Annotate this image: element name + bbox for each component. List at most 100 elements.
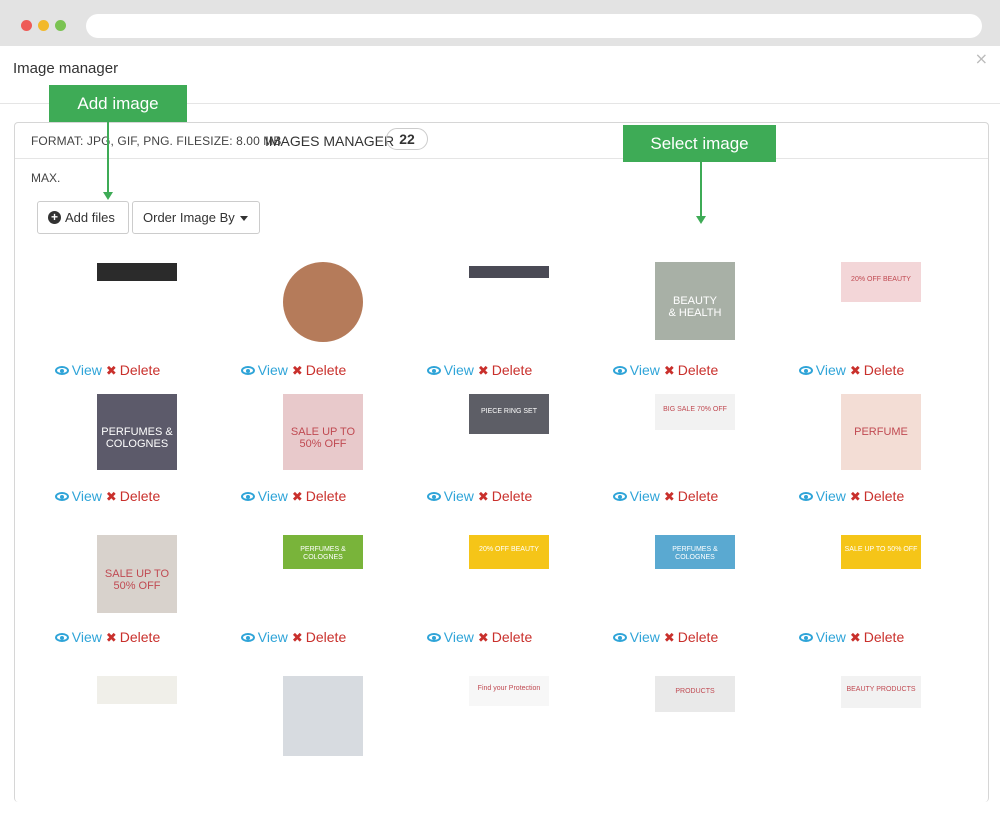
- view-label: View: [443, 629, 474, 645]
- image-tile[interactable]: PERFUME View ✖ Delete: [759, 390, 944, 531]
- delete-link[interactable]: ✖ Delete: [102, 488, 161, 505]
- image-tile[interactable]: SALE UP TO 50% OFF View ✖ Delete: [15, 531, 200, 672]
- delete-x-icon: ✖: [849, 364, 861, 379]
- view-link[interactable]: View: [54, 629, 102, 645]
- delete-label: Delete: [305, 629, 347, 645]
- delete-link[interactable]: ✖ Delete: [102, 362, 160, 379]
- window-minimize-dot[interactable]: [38, 20, 49, 31]
- add-image-arrow: [107, 122, 109, 192]
- view-link[interactable]: View: [54, 488, 102, 504]
- thumbnail-caption: PERFUMES & COLOGNES: [101, 426, 173, 451]
- delete-link[interactable]: ✖ Delete: [474, 362, 532, 379]
- image-tile[interactable]: SALE UP TO 50% OFF View ✖ Delete: [759, 531, 944, 672]
- view-link[interactable]: View: [426, 488, 474, 504]
- image-thumbnail[interactable]: [283, 676, 363, 756]
- view-link[interactable]: View: [798, 488, 846, 504]
- view-link[interactable]: View: [426, 629, 474, 645]
- close-icon[interactable]: ×: [975, 49, 988, 68]
- delete-link[interactable]: ✖ Delete: [474, 629, 532, 646]
- delete-label: Delete: [119, 629, 161, 645]
- image-actions: View ✖ Delete: [387, 488, 572, 505]
- image-thumbnail[interactable]: PERFUME: [841, 394, 921, 470]
- view-link[interactable]: View: [612, 629, 660, 645]
- window-maximize-dot[interactable]: [55, 20, 66, 31]
- image-thumbnail[interactable]: SALE UP TO 50% OFF: [841, 535, 921, 569]
- image-thumbnail[interactable]: SALE UP TO 50% OFF: [283, 394, 363, 470]
- image-tile[interactable]: View ✖ Delete: [387, 249, 572, 390]
- image-thumbnail[interactable]: BIG SALE 70% OFF: [655, 394, 735, 430]
- image-tile[interactable]: [201, 672, 386, 813]
- image-thumbnail[interactable]: BEAUTY PRODUCTS: [841, 676, 921, 708]
- order-image-by-label: Order Image By: [143, 210, 235, 225]
- delete-x-icon: ✖: [105, 364, 117, 379]
- image-thumbnail[interactable]: 20% OFF BEAUTY: [469, 535, 549, 569]
- max-info: MAX.: [31, 171, 61, 185]
- delete-link[interactable]: ✖ Delete: [288, 362, 346, 379]
- delete-link[interactable]: ✖ Delete: [474, 488, 532, 505]
- image-tile[interactable]: BEAUTY PRODUCTS: [759, 672, 944, 813]
- image-thumbnail[interactable]: 20% OFF BEAUTY: [841, 262, 921, 302]
- order-image-by-dropdown[interactable]: Order Image By: [132, 201, 260, 234]
- delete-link[interactable]: ✖ Delete: [288, 488, 346, 505]
- image-thumbnail[interactable]: [283, 262, 363, 342]
- image-thumbnail[interactable]: PERFUMES & COLOGNES: [283, 535, 363, 569]
- thumbnail-caption: 20% OFF BEAUTY: [479, 546, 539, 553]
- address-bar[interactable]: [86, 14, 982, 38]
- delete-link[interactable]: ✖ Delete: [288, 629, 347, 646]
- image-tile[interactable]: 20% OFF BEAUTY View ✖ Delete: [387, 531, 572, 672]
- delete-link[interactable]: ✖ Delete: [660, 629, 718, 646]
- image-thumbnail[interactable]: SALE UP TO 50% OFF: [97, 535, 177, 613]
- view-link[interactable]: View: [798, 629, 846, 645]
- view-label: View: [629, 362, 660, 378]
- eye-icon: [798, 633, 813, 642]
- view-link[interactable]: View: [426, 362, 474, 378]
- image-tile[interactable]: Find your Protection: [387, 672, 572, 813]
- view-link[interactable]: View: [240, 362, 288, 378]
- delete-link[interactable]: ✖ Delete: [846, 629, 904, 646]
- view-link[interactable]: View: [798, 362, 846, 378]
- image-tile[interactable]: PRODUCTS: [573, 672, 758, 813]
- delete-link[interactable]: ✖ Delete: [660, 362, 718, 379]
- image-thumbnail[interactable]: PRODUCTS: [655, 676, 735, 712]
- view-link[interactable]: View: [612, 362, 660, 378]
- image-tile[interactable]: View ✖ Delete: [15, 249, 200, 390]
- window-close-dot[interactable]: [21, 20, 32, 31]
- view-link[interactable]: View: [54, 362, 102, 378]
- eye-icon: [54, 366, 69, 375]
- image-tile[interactable]: PIECE RING SET View ✖ Delete: [387, 390, 572, 531]
- view-link[interactable]: View: [612, 488, 660, 504]
- image-thumbnail[interactable]: [469, 266, 549, 278]
- image-thumbnail[interactable]: PERFUMES & COLOGNES: [655, 535, 735, 569]
- image-tile[interactable]: PERFUMES & COLOGNES View ✖ Delete: [15, 390, 200, 531]
- image-tile[interactable]: [15, 672, 200, 813]
- delete-x-icon: ✖: [291, 490, 303, 505]
- delete-label: Delete: [119, 488, 161, 504]
- eye-icon: [240, 366, 255, 375]
- delete-link[interactable]: ✖ Delete: [660, 488, 718, 505]
- image-thumbnail[interactable]: PERFUMES & COLOGNES: [97, 394, 177, 470]
- image-thumbnail[interactable]: [97, 676, 177, 704]
- image-actions: View ✖ Delete: [573, 629, 758, 646]
- delete-link[interactable]: ✖ Delete: [846, 488, 904, 505]
- image-actions: View ✖ Delete: [759, 629, 944, 646]
- add-files-button[interactable]: + Add files: [37, 201, 129, 234]
- add-files-label: Add files: [65, 210, 115, 225]
- view-link[interactable]: View: [240, 629, 288, 645]
- image-tile[interactable]: View ✖ Delete: [201, 249, 386, 390]
- image-thumbnail[interactable]: [97, 263, 177, 281]
- image-tile[interactable]: PERFUMES & COLOGNES View ✖ Delete: [573, 531, 758, 672]
- image-actions: View ✖ Delete: [15, 488, 200, 505]
- image-tile[interactable]: PERFUMES & COLOGNES View ✖ Delete: [201, 531, 386, 672]
- image-tile[interactable]: SALE UP TO 50% OFF View ✖ Delete: [201, 390, 386, 531]
- caret-down-icon: [239, 216, 248, 221]
- image-tile[interactable]: 20% OFF BEAUTY View ✖ Delete: [759, 249, 944, 390]
- image-thumbnail[interactable]: BEAUTY & HEALTH: [655, 262, 735, 340]
- delete-link[interactable]: ✖ Delete: [102, 629, 161, 646]
- image-thumbnail[interactable]: PIECE RING SET: [469, 394, 549, 434]
- delete-link[interactable]: ✖ Delete: [846, 362, 904, 379]
- eye-icon: [798, 492, 813, 501]
- image-tile[interactable]: BEAUTY & HEALTH View ✖ Delete: [573, 249, 758, 390]
- image-tile[interactable]: BIG SALE 70% OFF View ✖ Delete: [573, 390, 758, 531]
- image-thumbnail[interactable]: Find your Protection: [469, 676, 549, 706]
- view-link[interactable]: View: [240, 488, 288, 504]
